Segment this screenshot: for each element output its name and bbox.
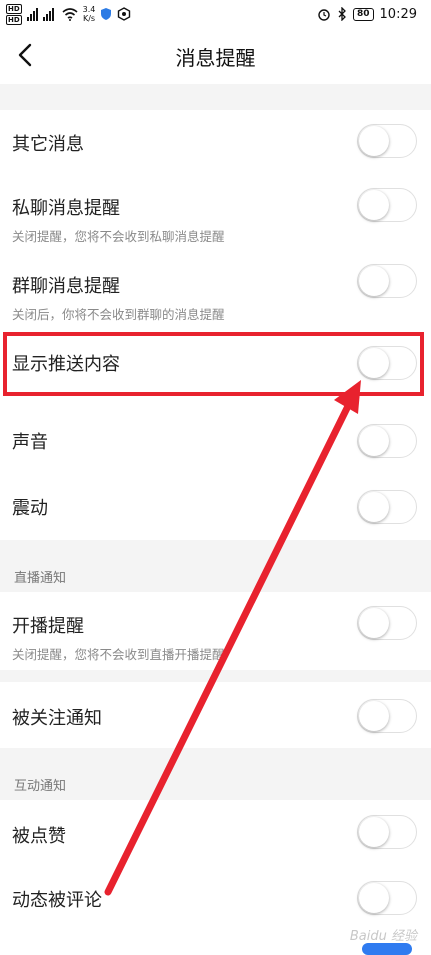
toggle-switch[interactable] bbox=[357, 264, 417, 298]
toggle-knob bbox=[359, 266, 389, 296]
setting-row-sound: 声音 bbox=[0, 408, 431, 474]
toggle-switch[interactable] bbox=[357, 606, 417, 640]
toggle-knob bbox=[359, 126, 389, 156]
setting-description: 关闭后，你将不会收到群聊的消息提醒 bbox=[12, 307, 225, 322]
net-speed-unit: K/s bbox=[82, 14, 96, 23]
wifi-icon bbox=[62, 7, 78, 21]
setting-label: 震动 bbox=[12, 498, 48, 519]
hd-indicators: HD HD bbox=[6, 3, 22, 25]
net-speed: 3.4 K/s bbox=[83, 5, 96, 23]
setting-label: 声音 bbox=[12, 432, 48, 453]
battery-indicator: 80 bbox=[353, 7, 374, 21]
section-gap bbox=[0, 84, 431, 110]
setting-description: 关闭提醒，您将不会收到私聊消息提醒 bbox=[12, 229, 225, 244]
toggle-knob bbox=[359, 883, 389, 913]
title-bar: 消息提醒 bbox=[0, 28, 431, 84]
setting-description: 关闭提醒，您将不会收到直播开播提醒 bbox=[12, 647, 225, 662]
status-right: 80 10:29 bbox=[317, 3, 417, 25]
setting-label: 被点赞 bbox=[12, 826, 66, 847]
setting-label: 私聊消息提醒 bbox=[12, 198, 120, 219]
toggle-knob bbox=[359, 190, 389, 220]
setting-row-show-push-content: 显示推送内容 bbox=[0, 332, 431, 396]
section-title: 互动通知 bbox=[14, 779, 67, 794]
net-speed-value: 3.4 bbox=[82, 5, 96, 14]
toggle-switch[interactable] bbox=[357, 188, 417, 222]
hd-badge-1: HD bbox=[6, 3, 22, 14]
clock: 10:29 bbox=[379, 6, 417, 22]
section-header-interaction: 互动通知 bbox=[0, 748, 431, 800]
section-title: 直播通知 bbox=[14, 571, 67, 586]
bluetooth-icon bbox=[338, 7, 346, 21]
app-notification-icon bbox=[118, 7, 131, 21]
toggle-knob bbox=[359, 426, 389, 456]
alarm-icon bbox=[318, 9, 330, 21]
status-bar: HD HD 3.4 K/s 80 10:29 bbox=[0, 0, 431, 28]
setting-row-other-messages: 其它消息 bbox=[0, 110, 431, 174]
page-title: 消息提醒 bbox=[175, 46, 256, 70]
setting-row-followed: 被关注通知 bbox=[0, 682, 431, 748]
setting-row-private-chat: 私聊消息提醒 关闭提醒，您将不会收到私聊消息提醒 bbox=[0, 174, 431, 252]
setting-label: 开播提醒 bbox=[12, 616, 84, 637]
toggle-knob bbox=[359, 608, 389, 638]
toggle-switch[interactable] bbox=[357, 490, 417, 524]
setting-row-vibrate: 震动 bbox=[0, 474, 431, 540]
section-gap bbox=[0, 670, 431, 682]
setting-label: 动态被评论 bbox=[12, 890, 102, 911]
toggle-knob bbox=[359, 817, 389, 847]
toggle-switch[interactable] bbox=[357, 424, 417, 458]
section-header-live: 直播通知 bbox=[0, 540, 431, 592]
hd-badge-2: HD bbox=[6, 14, 22, 25]
status-left: HD HD 3.4 K/s bbox=[6, 2, 131, 26]
toggle-knob bbox=[359, 348, 389, 378]
toggle-knob bbox=[359, 701, 389, 731]
toggle-switch[interactable] bbox=[357, 881, 417, 915]
setting-row-post-commented: 动态被评论 bbox=[0, 866, 431, 932]
shield-icon bbox=[101, 8, 112, 20]
toggle-knob bbox=[359, 492, 389, 522]
toggle-switch[interactable] bbox=[357, 124, 417, 158]
setting-label: 群聊消息提醒 bbox=[12, 276, 120, 297]
setting-label: 其它消息 bbox=[12, 134, 84, 155]
signal-icon bbox=[26, 8, 54, 21]
toggle-switch[interactable] bbox=[357, 346, 417, 380]
setting-row-live-start: 开播提醒 关闭提醒，您将不会收到直播开播提醒 bbox=[0, 592, 431, 670]
setting-row-liked: 被点赞 bbox=[0, 800, 431, 866]
setting-label: 显示推送内容 bbox=[12, 354, 120, 375]
setting-row-group-chat: 群聊消息提醒 关闭后，你将不会收到群聊的消息提醒 bbox=[0, 252, 431, 330]
toggle-switch[interactable] bbox=[357, 815, 417, 849]
toggle-switch[interactable] bbox=[357, 699, 417, 733]
setting-label: 被关注通知 bbox=[12, 708, 102, 729]
bottom-partial-button[interactable] bbox=[362, 943, 412, 955]
watermark: Baidu 经验 bbox=[349, 929, 417, 944]
